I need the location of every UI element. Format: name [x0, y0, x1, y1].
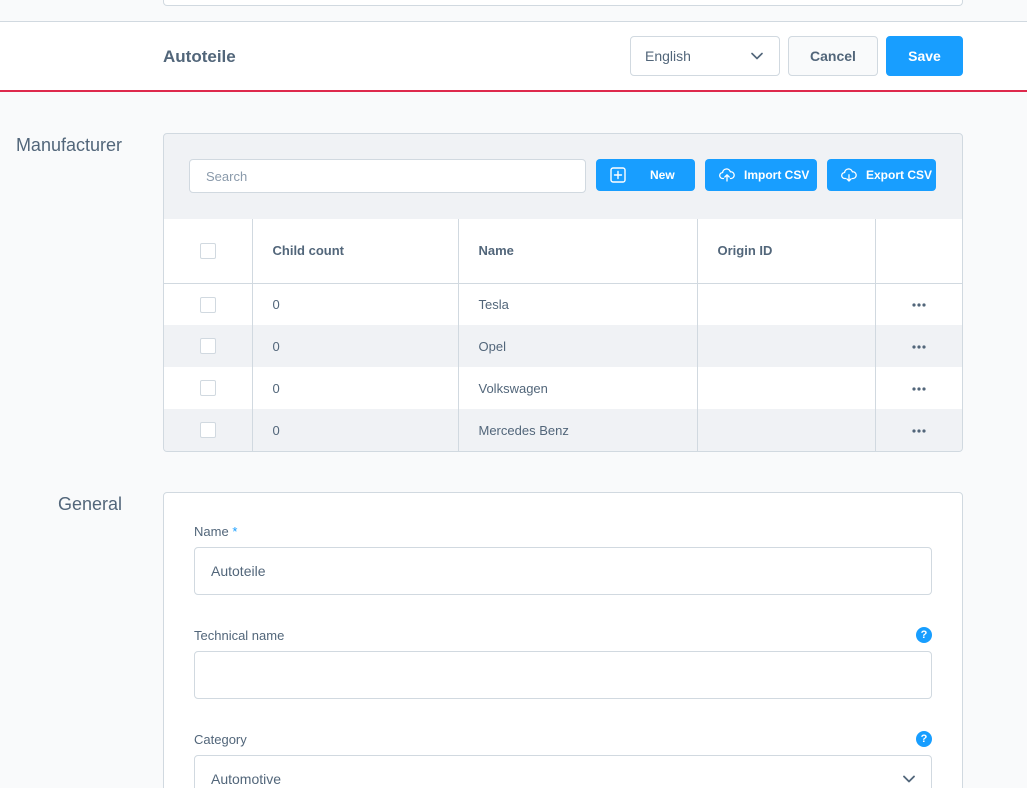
- manufacturer-card: New Import CSV Export CSV: [163, 133, 963, 452]
- search-input[interactable]: [189, 159, 586, 193]
- chevron-down-icon: [751, 52, 763, 60]
- row-actions-cell: [874, 367, 962, 409]
- page-title: Autoteile: [163, 47, 236, 66]
- general-card: Name * Autoteile Technical name ? Catego…: [163, 492, 963, 788]
- cell-origin-id: [696, 367, 875, 409]
- cell-child-count: 0: [251, 367, 458, 409]
- required-marker: *: [232, 524, 238, 539]
- select-all-cell: [164, 219, 252, 284]
- row-checkbox[interactable]: [199, 296, 216, 313]
- row-checkbox[interactable]: [199, 422, 216, 439]
- manufacturer-toolbar: New Import CSV Export CSV: [164, 134, 962, 219]
- technical-name-field[interactable]: [194, 651, 932, 699]
- more-actions-icon[interactable]: [912, 387, 926, 391]
- import-csv-button[interactable]: Import CSV: [705, 159, 817, 191]
- row-select-cell: [164, 325, 252, 367]
- name-label-text: Name: [194, 524, 229, 539]
- cell-origin-id: [696, 283, 875, 325]
- cell-child-count: 0: [251, 283, 458, 325]
- cell-origin-id: [696, 409, 875, 451]
- help-icon[interactable]: ?: [916, 731, 932, 747]
- table-row[interactable]: 0 Tesla: [164, 283, 962, 325]
- name-field-label: Name *: [194, 524, 237, 539]
- cell-child-count: 0: [251, 409, 458, 451]
- row-select-cell: [164, 409, 252, 451]
- page: Autoteile English Cancel Save Manufactur…: [0, 0, 1027, 788]
- more-actions-icon[interactable]: [912, 345, 926, 349]
- save-button[interactable]: Save: [886, 36, 963, 76]
- more-actions-icon[interactable]: [912, 429, 926, 433]
- row-actions-cell: [874, 325, 962, 367]
- manufacturer-section-label: Manufacturer: [15, 135, 122, 155]
- general-section-label: General: [57, 494, 122, 514]
- cancel-button[interactable]: Cancel: [788, 36, 878, 76]
- table-row[interactable]: 0 Volkswagen: [164, 367, 962, 409]
- column-header-child-count[interactable]: Child count: [251, 219, 458, 284]
- technical-name-label: Technical name: [194, 628, 285, 643]
- help-icon[interactable]: ?: [916, 627, 932, 643]
- cell-child-count: 0: [251, 325, 458, 367]
- table-row[interactable]: 0 Mercedes Benz: [164, 409, 962, 451]
- export-csv-label: Export CSV: [866, 168, 933, 182]
- row-checkbox[interactable]: [199, 380, 216, 397]
- row-checkbox[interactable]: [199, 338, 216, 355]
- cloud-download-icon: [841, 168, 857, 182]
- previous-card-bottom: [163, 0, 963, 6]
- manufacturer-table: Child count Name Origin ID 0 Tesla 0 Ope…: [164, 219, 962, 451]
- more-actions-icon[interactable]: [912, 303, 926, 307]
- category-label: Category: [194, 732, 247, 747]
- select-all-checkbox[interactable]: [199, 243, 216, 260]
- category-select-value: Automotive: [211, 771, 282, 787]
- cell-name: Opel: [457, 325, 697, 367]
- new-button-label: New: [650, 168, 675, 182]
- export-csv-button[interactable]: Export CSV: [827, 159, 936, 191]
- language-select-value: English: [645, 48, 691, 64]
- table-row[interactable]: 0 Opel: [164, 325, 962, 367]
- name-field[interactable]: Autoteile: [194, 547, 932, 595]
- new-button[interactable]: New: [596, 159, 695, 191]
- smart-bar: Autoteile English Cancel Save: [0, 22, 1027, 92]
- table-header-row: Child count Name Origin ID: [164, 219, 962, 284]
- cell-name: Volkswagen: [457, 367, 697, 409]
- column-header-origin-id[interactable]: Origin ID: [696, 219, 875, 284]
- chevron-down-icon: [903, 775, 915, 783]
- cell-origin-id: [696, 325, 875, 367]
- cell-name: Tesla: [457, 283, 697, 325]
- row-actions-cell: [874, 409, 962, 451]
- column-header-actions: [874, 219, 962, 284]
- import-csv-label: Import CSV: [744, 168, 810, 182]
- language-select[interactable]: English: [630, 36, 780, 76]
- column-header-name[interactable]: Name: [457, 219, 697, 284]
- cloud-upload-icon: [719, 168, 735, 182]
- category-select[interactable]: Automotive: [194, 755, 932, 788]
- row-actions-cell: [874, 283, 962, 325]
- add-icon: [610, 167, 626, 183]
- row-select-cell: [164, 283, 252, 325]
- cell-name: Mercedes Benz: [457, 409, 697, 451]
- row-select-cell: [164, 367, 252, 409]
